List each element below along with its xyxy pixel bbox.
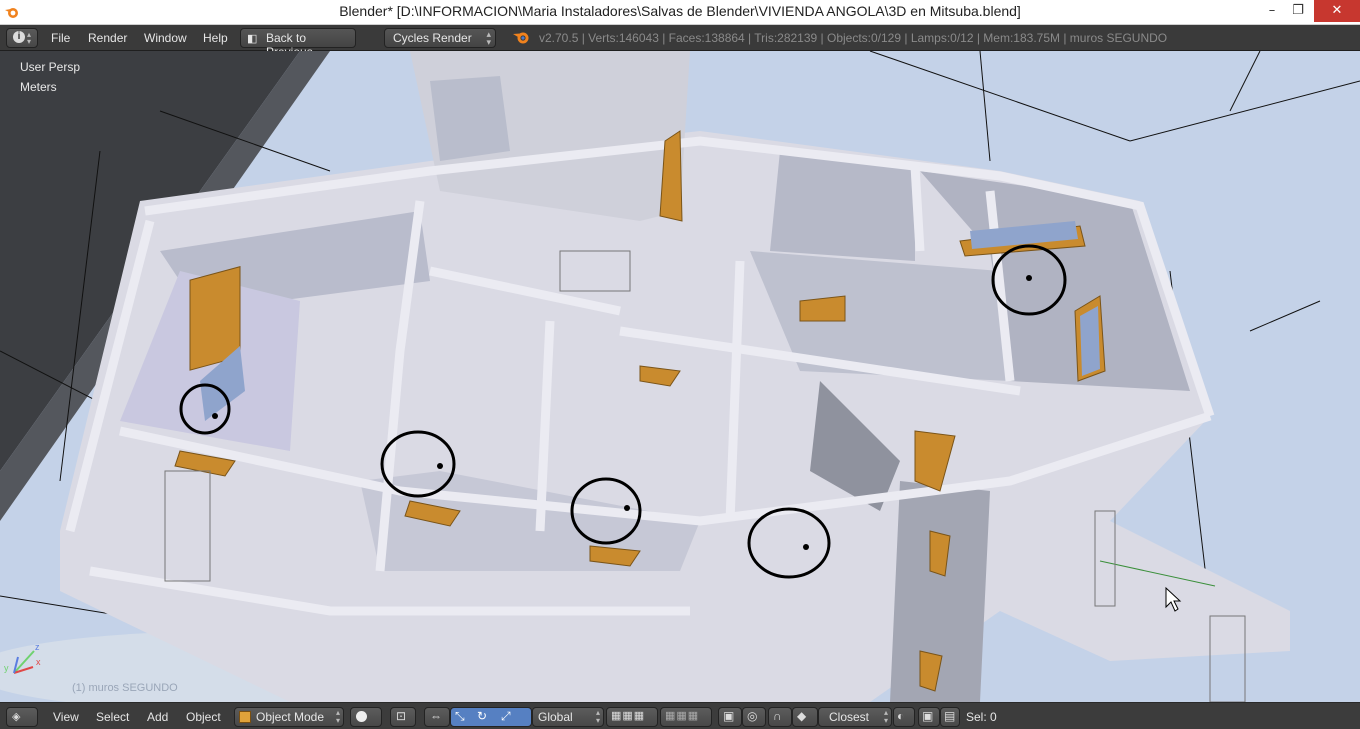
3d-viewport[interactable]: User Persp Meters z x y (1) muros SEGUND… — [0, 51, 1360, 702]
window-center — [799, 295, 846, 322]
snap-magnet-icon: ∩ — [773, 709, 782, 723]
snap-toggle[interactable]: ∩ — [768, 707, 792, 727]
menu-view[interactable]: View — [53, 710, 79, 724]
interaction-mode-label: Object Mode — [256, 710, 325, 724]
maximize-button[interactable]: ❐ — [1284, 0, 1312, 22]
layer-buttons-b[interactable]: ▦▦▦ — [660, 707, 712, 727]
snap-target-select[interactable]: Closest ▴ ▾ — [818, 707, 892, 727]
layer-grid-icon: ▦▦▦ — [611, 710, 646, 722]
3d-view-icon: ◈ — [12, 711, 21, 723]
axis-x-label: x — [36, 657, 41, 667]
viewport-header: ◈ View Select Add Object Object Mode ▴ ▾ … — [0, 702, 1360, 729]
scale-icon: ⤢ — [501, 709, 511, 723]
menu-file[interactable]: File — [51, 31, 70, 45]
lamp-marker — [437, 463, 443, 469]
manipulator-toggle[interactable]: ⇔ — [424, 707, 450, 727]
transform-manipulators[interactable]: ⤡ ↻ ⤢ — [450, 707, 532, 727]
viewport-scene — [0, 51, 1360, 702]
select-arrows-icon: ▴ ▾ — [486, 29, 491, 47]
transform-orientation-select[interactable]: Global ▴ ▾ — [532, 707, 604, 727]
render-engine-select[interactable]: Cycles Render ▴ ▾ — [384, 28, 496, 48]
snap-target-label: Closest — [829, 710, 870, 724]
info-header: i ▴▾ File Render Window Help ◧ Back to P… — [0, 25, 1360, 59]
room-south-east — [890, 481, 990, 702]
clapper-icon: ▤ — [944, 709, 956, 723]
lamp-marker — [624, 505, 630, 511]
view-perspective-label: User Persp — [20, 60, 81, 74]
manipulator-icon: ⇔ — [430, 709, 442, 723]
active-object-label: (1) muros SEGUNDO — [72, 682, 178, 694]
menu-add[interactable]: Add — [147, 710, 168, 724]
editor-type-3d-button[interactable]: ◈ — [6, 707, 38, 727]
menu-object[interactable]: Object — [186, 710, 221, 724]
solid-shading-icon — [356, 711, 367, 722]
back-to-previous-button[interactable]: ◧ Back to Previous — [240, 28, 356, 59]
menu-select[interactable]: Select — [96, 710, 129, 724]
menu-window[interactable]: Window — [144, 31, 187, 45]
proportional-edit-icon: ◎ — [747, 709, 758, 723]
pivot-icon: ⊡ — [396, 709, 407, 723]
scene-stats: v2.70.5 | Verts:146043 | Faces:138864 | … — [539, 31, 1168, 45]
translate-icon: ⤡ — [455, 709, 465, 723]
layer-grid-icon: ▦▦▦ — [665, 710, 700, 722]
snap-element-select[interactable]: ◆ — [792, 707, 818, 727]
view-units-label: Meters — [20, 80, 57, 94]
lamp-marker — [212, 413, 218, 419]
axis-y-label: y — [4, 663, 9, 673]
blender-logo-icon — [513, 32, 529, 44]
close-button[interactable]: ✕ — [1314, 0, 1360, 22]
window-title: Blender* [D:\INFORMACION\Maria Instalado… — [339, 3, 1021, 19]
rotate-icon: ↻ — [477, 709, 488, 723]
layer-lock-icon: ▣ — [723, 709, 735, 723]
interaction-mode-select[interactable]: Object Mode ▴ ▾ — [234, 707, 344, 727]
minimize-button[interactable]: – — [1258, 0, 1286, 22]
render-engine-label: Cycles Render — [393, 31, 472, 45]
axis-z-label: z — [35, 642, 40, 652]
lock-camera-button[interactable]: ▣ — [718, 707, 742, 727]
pivot-point-button[interactable]: ⊡ — [390, 707, 416, 727]
orientation-label: Global — [538, 710, 573, 724]
window-titlebar: Blender* [D:\INFORMACION\Maria Instalado… — [0, 0, 1360, 25]
menu-render[interactable]: Render — [88, 31, 127, 45]
layer-buttons-a[interactable]: ▦▦▦ — [606, 707, 658, 727]
snap-element-icon: ◆ — [797, 709, 807, 723]
editor-type-button[interactable]: i ▴ ▾ — [6, 28, 38, 48]
render-preview-button[interactable]: ◐ — [893, 707, 915, 727]
lamp-marker — [803, 544, 809, 550]
camera-icon: ▣ — [922, 709, 934, 723]
selection-count: Sel: 0 — [966, 710, 997, 724]
select-arrows-icon: ▴ ▾ — [595, 708, 600, 725]
back-arrow-icon: ◧ — [247, 33, 258, 45]
lamp-marker — [1026, 275, 1032, 281]
render-preview-icon: ◐ — [897, 709, 905, 723]
select-arrows-icon: ▴ ▾ — [883, 708, 888, 725]
opengl-anim-button[interactable]: ▤ — [940, 707, 960, 727]
viewport-shading-select[interactable] — [350, 707, 382, 727]
menu-help[interactable]: Help — [203, 31, 228, 45]
opengl-render-button[interactable]: ▣ — [918, 707, 940, 727]
info-icon: i — [13, 31, 25, 43]
tower-recess — [430, 76, 510, 161]
select-arrows-icon: ▴ ▾ — [335, 708, 340, 725]
object-mode-icon — [239, 711, 251, 723]
proportional-edit-button[interactable]: ◎ — [742, 707, 766, 727]
